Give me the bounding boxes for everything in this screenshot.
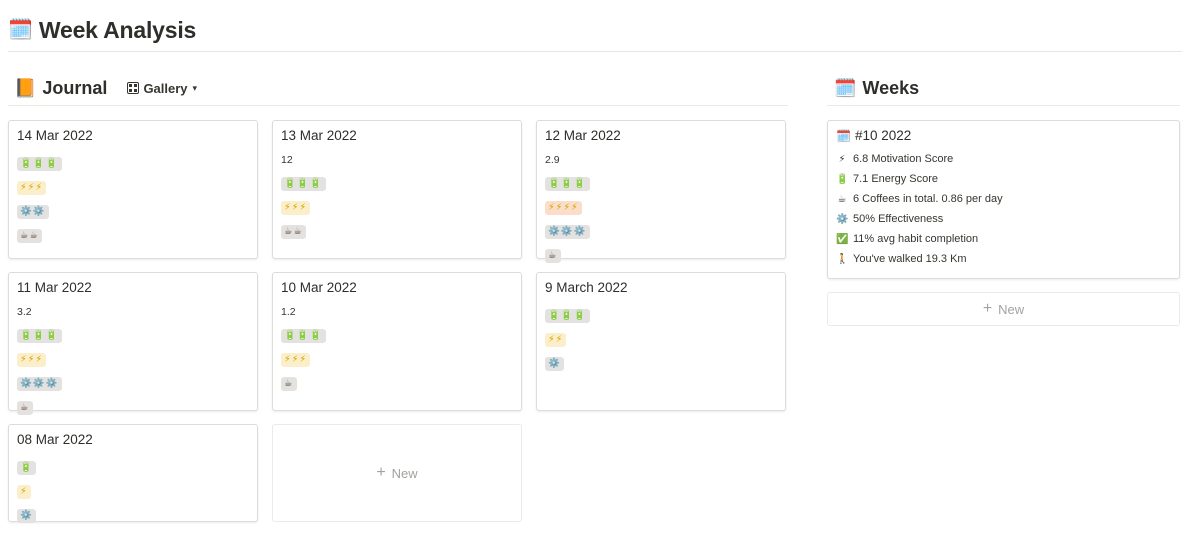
week-stats: ⚡ 6.8 Motivation Score 🔋 7.1 Energy Score ☕ 6… [836, 152, 1003, 266]
effectiveness-tag: ⚙️⚙️⚙️ [17, 377, 62, 391]
week-card-title: 🗓️ #10 2022 [836, 128, 911, 143]
energy-tag: 🔋🔋🔋 [545, 177, 590, 191]
journal-card-properties: 🔋🔋🔋 ⚡⚡⚡ ⚙️⚙️ ☕☕ [17, 153, 62, 243]
weeks-title[interactable]: Weeks [862, 78, 919, 99]
journal-card-number: 2.9 [545, 154, 560, 166]
journal-card-number: 12 [281, 154, 293, 166]
week-stat-row: ☕ 6 Coffees in total. 0.86 per day [836, 192, 1003, 206]
journal-card-properties: 1.2 🔋🔋🔋 ⚡⚡⚡ ☕ [281, 305, 326, 391]
week-stat-text: You've walked 19.3 Km [853, 253, 967, 265]
week-card[interactable]: 🗓️ #10 2022 ⚡ 6.8 Motivation Score 🔋 7.1 En… [827, 120, 1180, 279]
motivation-tag: ⚡⚡⚡ [17, 353, 47, 367]
week-stat-text: 11% avg habit completion [853, 233, 979, 245]
journal-new-label: New [391, 465, 418, 481]
check-icon: ✅ [836, 233, 849, 245]
energy-tag: 🔋🔋🔋 [17, 157, 62, 171]
week-stat-text: 6 Coffees in total. 0.86 per day [853, 193, 1003, 205]
week-stat-text: 7.1 Energy Score [853, 173, 938, 185]
journal-card-title: 08 Mar 2022 [17, 432, 93, 447]
journal-card-properties: 🔋 ⚡ ⚙️ [17, 457, 36, 523]
page-title: 🗓️ Week Analysis [8, 12, 196, 48]
journal-card[interactable]: 11 Mar 2022 3.2 🔋🔋🔋 ⚡⚡⚡ ⚙️⚙️⚙️ ☕ [8, 272, 258, 415]
journal-card-properties: 🔋🔋🔋 ⚡⚡ ⚙️ [545, 305, 590, 371]
week-stat-row: 🚶 You've walked 19.3 Km [836, 252, 1003, 266]
effectiveness-tag: ⚙️⚙️⚙️ [545, 225, 590, 239]
journal-card-properties: 12 🔋🔋🔋 ⚡⚡⚡ ☕☕ [281, 153, 326, 239]
energy-tag: 🔋🔋🔋 [545, 309, 590, 323]
coffee-tag: ☕☕ [281, 225, 307, 239]
header-divider [8, 51, 1182, 52]
lightning-icon: ⚡ [838, 153, 846, 165]
journal-card[interactable]: 14 Mar 2022 🔋🔋🔋 ⚡⚡⚡ ⚙️⚙️ ☕☕ [8, 120, 258, 259]
journal-card[interactable]: 10 Mar 2022 1.2 🔋🔋🔋 ⚡⚡⚡ ☕ [272, 272, 522, 411]
energy-tag: 🔋 [17, 461, 36, 475]
journal-divider [8, 105, 788, 106]
journal-card-properties: 2.9 🔋🔋🔋 ⚡⚡⚡⚡ ⚙️⚙️⚙️ ☕ [545, 153, 590, 263]
journal-card[interactable]: 9 March 2022 🔋🔋🔋 ⚡⚡ ⚙️ [536, 272, 786, 411]
coffee-tag: ☕☕ [17, 229, 43, 243]
energy-tag: 🔋🔋🔋 [281, 177, 326, 191]
weeks-new-button[interactable]: + New [827, 292, 1180, 326]
link-book-icon: 📙 [14, 78, 37, 98]
motivation-tag: ⚡⚡⚡ [281, 353, 311, 367]
chevron-down-icon: ▾ [192, 82, 198, 93]
week-stat-text: 50% Effectiveness [853, 213, 944, 225]
effectiveness-tag: ⚙️ [17, 509, 36, 523]
journal-card[interactable]: 13 Mar 2022 12 🔋🔋🔋 ⚡⚡⚡ ☕☕ [272, 120, 522, 259]
coffee-tag: ☕ [545, 249, 561, 263]
plus-icon: + [376, 464, 386, 481]
week-stat-row: ✅ 11% avg habit completion [836, 232, 1003, 246]
journal-card-title: 11 Mar 2022 [17, 280, 92, 295]
motivation-tag: ⚡⚡⚡ [17, 181, 47, 195]
gallery-view-label: Gallery [143, 80, 188, 96]
journal-title[interactable]: Journal [42, 78, 107, 99]
coffee-tag: ☕ [281, 377, 297, 391]
journal-card-title: 12 Mar 2022 [545, 128, 621, 143]
energy-tag: 🔋🔋🔋 [281, 329, 326, 343]
gear-icon: ⚙️ [836, 213, 849, 225]
week-stat-row: ⚡ 6.8 Motivation Score [836, 152, 1003, 166]
coffee-tag: ☕ [17, 401, 33, 415]
week-stat-row: 🔋 7.1 Energy Score [836, 172, 1003, 186]
week-stat-row: ⚙️ 50% Effectiveness [836, 212, 1003, 226]
calendar-icon: 🗓️ [8, 19, 33, 41]
journal-card-title: 10 Mar 2022 [281, 280, 357, 295]
effectiveness-tag: ⚙️ [545, 357, 564, 371]
gallery-grid-icon [127, 82, 140, 94]
journal-card-title: 13 Mar 2022 [281, 128, 357, 143]
link-calendar-icon: 🗓️ [834, 78, 857, 98]
journal-card-title: 14 Mar 2022 [17, 128, 93, 143]
page-title-text: Week Analysis [38, 16, 197, 43]
calendar-icon: 🗓️ [836, 128, 851, 143]
journal-card[interactable]: 12 Mar 2022 2.9 🔋🔋🔋 ⚡⚡⚡⚡ ⚙️⚙️⚙️ ☕ [536, 120, 786, 263]
effectiveness-tag: ⚙️⚙️ [17, 205, 49, 219]
weeks-header: 🗓️ Weeks [834, 73, 919, 103]
motivation-tag: ⚡ [17, 485, 31, 499]
motivation-tag: ⚡⚡⚡⚡ [545, 201, 582, 215]
weeks-divider [827, 105, 1180, 106]
weeks-new-label: New [998, 301, 1025, 317]
coffee-icon: ☕ [837, 193, 847, 205]
motivation-tag: ⚡⚡⚡ [281, 201, 311, 215]
walking-icon: 🚶 [836, 253, 849, 265]
week-stat-text: 6.8 Motivation Score [853, 153, 954, 165]
journal-header: 📙 Journal Gallery ▾ [14, 73, 201, 103]
motivation-tag: ⚡⚡ [545, 333, 567, 347]
gallery-view-switch[interactable]: Gallery ▾ [123, 79, 201, 98]
plus-icon: + [982, 300, 993, 317]
journal-card-properties: 3.2 🔋🔋🔋 ⚡⚡⚡ ⚙️⚙️⚙️ ☕ [17, 305, 62, 415]
battery-icon: 🔋 [836, 173, 849, 185]
journal-card-title: 9 March 2022 [545, 280, 628, 295]
journal-card[interactable]: 08 Mar 2022 🔋 ⚡ ⚙️ [8, 424, 258, 523]
journal-card-number: 1.2 [281, 306, 296, 318]
energy-tag: 🔋🔋🔋 [17, 329, 62, 343]
week-card-title-text: #10 2022 [854, 128, 912, 143]
journal-new-button[interactable]: + New [272, 424, 522, 522]
journal-card-number: 3.2 [17, 306, 32, 318]
